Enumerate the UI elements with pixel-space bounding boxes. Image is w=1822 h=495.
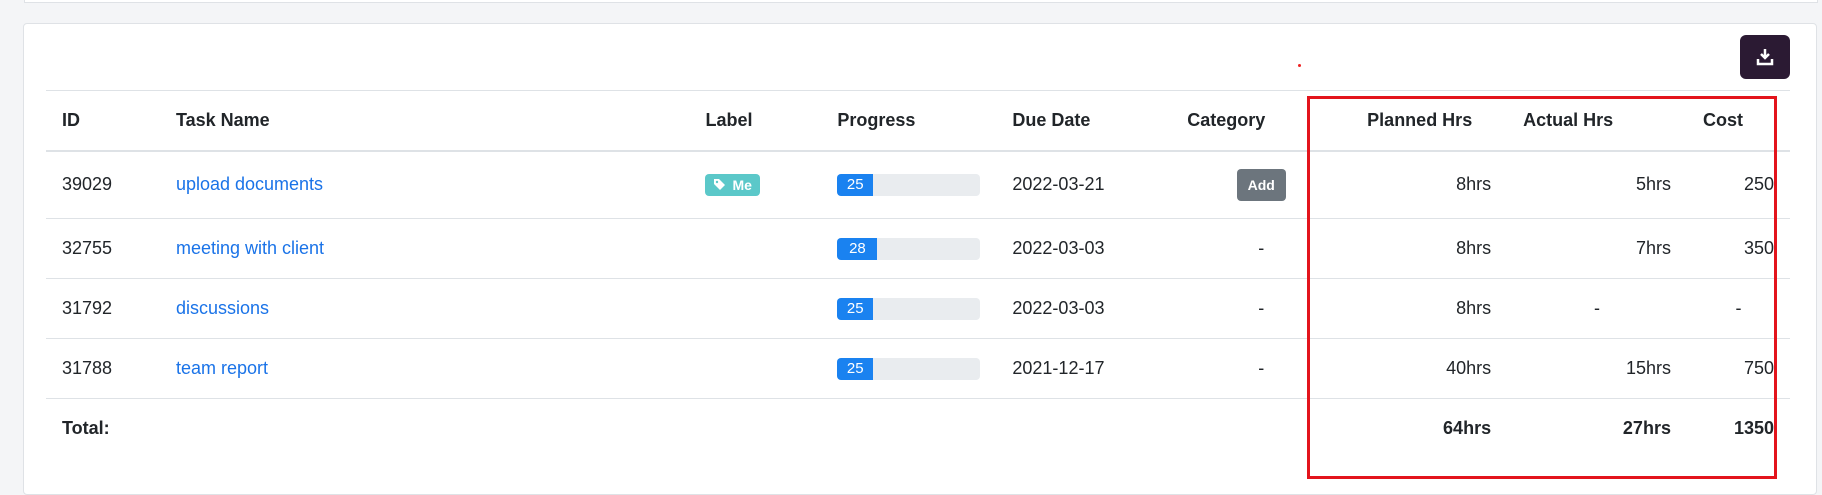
col-progress[interactable]: Progress (821, 90, 997, 152)
progress-fill: 25 (837, 173, 874, 196)
cell-actual: 15hrs (1507, 338, 1687, 399)
cell-actual: 7hrs (1507, 218, 1687, 279)
annotation-dot (1298, 64, 1301, 67)
col-due-date[interactable]: Due Date (996, 90, 1172, 152)
progress-fill: 28 (837, 237, 878, 260)
cell-cost: - (1686, 278, 1790, 339)
totals-row: Total: 64hrs 27hrs 1350 (46, 399, 1790, 459)
progress-fill: 25 (837, 357, 874, 380)
cell-label (689, 338, 822, 399)
cell-task: meeting with client (159, 218, 690, 279)
tasks-table: ID Task Name Label Progress Due Date Cat… (46, 90, 1790, 459)
col-task-name[interactable]: Task Name (159, 90, 690, 152)
add-category-button[interactable]: Add (1236, 168, 1286, 201)
cell-planned: 8hrs (1351, 278, 1508, 339)
progress-bar: 25 (837, 297, 981, 320)
totals-label: Total: (62, 418, 110, 439)
progress-fill: 25 (837, 297, 874, 320)
cell-due-date: 2021-12-17 (996, 338, 1172, 399)
tag-icon (714, 179, 726, 190)
col-planned-hrs[interactable]: Planned Hrs (1351, 90, 1508, 152)
cell-actual: - (1507, 278, 1687, 339)
cell-planned: 8hrs (1351, 150, 1508, 219)
label-text: Me (732, 176, 752, 193)
col-actual-hrs[interactable]: Actual Hrs (1507, 90, 1687, 152)
total-actual: 27hrs (1622, 418, 1671, 439)
cell-id: 31788 (46, 338, 160, 399)
cell-label: Me (689, 150, 822, 219)
cell-id: 32755 (46, 218, 160, 279)
cell-cost: 250 (1686, 150, 1790, 219)
cell-task: team report (159, 338, 690, 399)
total-planned: 64hrs (1443, 418, 1492, 439)
cell-task: upload documents (159, 150, 690, 219)
cell-label (689, 278, 822, 339)
table-row: 31792 discussions 25 2022-03-03 - 8hrs -… (46, 278, 1790, 339)
task-link[interactable]: discussions (176, 298, 269, 318)
cell-label (689, 218, 822, 279)
cell-progress: 25 (821, 278, 997, 339)
cell-due-date: 2022-03-03 (996, 278, 1172, 339)
cell-actual: 5hrs (1507, 150, 1687, 219)
progress-bar: 25 (837, 173, 981, 196)
cell-progress: 28 (821, 218, 997, 279)
top-panel-edge (24, 0, 1818, 3)
cell-task: discussions (159, 278, 690, 339)
col-category[interactable]: Category (1171, 90, 1352, 152)
total-cost: 1350 (1733, 418, 1774, 439)
download-icon (1756, 49, 1774, 66)
col-cost[interactable]: Cost (1686, 90, 1790, 152)
cell-id: 31792 (46, 278, 160, 339)
cell-planned: 40hrs (1351, 338, 1508, 399)
cell-category: Add (1171, 150, 1352, 219)
table-row: 31788 team report 25 2021-12-17 - 40hrs … (46, 338, 1790, 399)
progress-bar: 25 (837, 357, 981, 380)
cell-planned: 8hrs (1351, 218, 1508, 279)
export-button[interactable] (1740, 35, 1790, 79)
table-row: 32755 meeting with client 28 2022-03-03 … (46, 218, 1790, 279)
progress-bar: 28 (837, 237, 981, 260)
task-link[interactable]: team report (176, 358, 268, 378)
cell-category: - (1171, 278, 1352, 339)
cell-cost: 350 (1686, 218, 1790, 279)
cell-due-date: 2022-03-03 (996, 218, 1172, 279)
cell-progress: 25 (821, 338, 997, 399)
label-badge[interactable]: Me (705, 173, 760, 196)
cell-progress: 25 (821, 150, 997, 219)
cell-id: 39029 (46, 150, 160, 219)
cell-category: - (1171, 338, 1352, 399)
cell-due-date: 2022-03-21 (996, 150, 1172, 219)
table-row: 39029 upload documents Me 25 2022-03-21 … (46, 150, 1790, 219)
col-label[interactable]: Label (689, 90, 822, 152)
cell-category: - (1171, 218, 1352, 279)
col-id[interactable]: ID (46, 90, 160, 152)
task-link[interactable]: meeting with client (176, 238, 324, 258)
table-header-row: ID Task Name Label Progress Due Date Cat… (46, 90, 1790, 152)
cell-cost: 750 (1686, 338, 1790, 399)
task-link[interactable]: upload documents (176, 174, 323, 194)
